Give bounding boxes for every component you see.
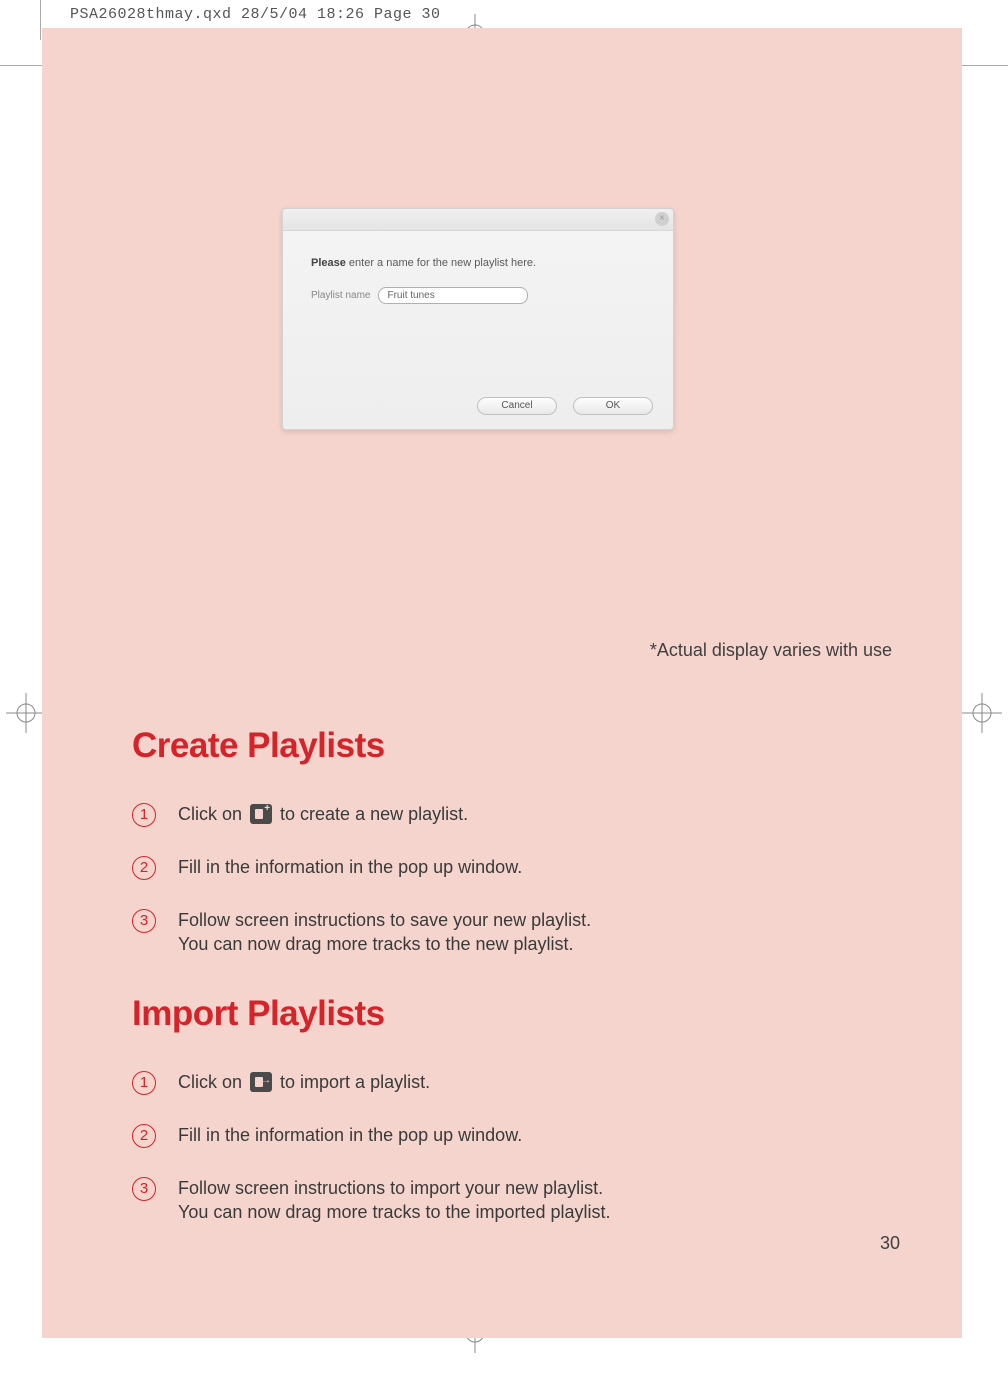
step-text: Click on to create a new playlist.	[178, 802, 912, 826]
crop-line-left	[40, 0, 41, 40]
step-number: 2	[132, 1124, 156, 1148]
step-number: 3	[132, 1177, 156, 1201]
dialog-footer: Cancel OK	[477, 397, 653, 415]
page-number: 30	[880, 1233, 900, 1254]
import-step-2: 2 Fill in the information in the pop up …	[132, 1123, 912, 1148]
step-text: Click on to import a playlist.	[178, 1070, 912, 1094]
playlist-name-input[interactable]	[378, 287, 528, 304]
step-number: 2	[132, 856, 156, 880]
registration-mark-left	[6, 693, 46, 733]
section-title-create: Create Playlists	[132, 726, 912, 766]
step-number: 3	[132, 909, 156, 933]
step-text-post: to import a playlist.	[275, 1072, 430, 1092]
step-text-pre: Click on	[178, 1072, 247, 1092]
close-icon[interactable]: ×	[655, 212, 669, 226]
registration-mark-right	[962, 693, 1002, 733]
page-background: × Please enter a name for the new playli…	[42, 28, 962, 1338]
create-step-1: 1 Click on to create a new playlist.	[132, 802, 912, 827]
create-step-2: 2 Fill in the information in the pop up …	[132, 855, 912, 880]
import-step-1: 1 Click on to import a playlist.	[132, 1070, 912, 1095]
dialog-instruction: Please enter a name for the new playlist…	[311, 257, 645, 269]
cancel-button[interactable]: Cancel	[477, 397, 557, 415]
display-note: *Actual display varies with use	[650, 640, 892, 661]
step-text: Follow screen instructions to import you…	[178, 1176, 912, 1225]
section-create-playlists: Create Playlists 1 Click on to create a …	[132, 726, 912, 985]
section-title-import: Import Playlists	[132, 994, 912, 1034]
dialog-body: Please enter a name for the new playlist…	[283, 231, 673, 314]
import-step-3: 3 Follow screen instructions to import y…	[132, 1176, 912, 1225]
import-steps: 1 Click on to import a playlist. 2 Fill …	[132, 1070, 912, 1225]
step-number: 1	[132, 1071, 156, 1095]
step-text-post: to create a new playlist.	[275, 804, 468, 824]
new-playlist-icon	[250, 804, 272, 824]
new-playlist-dialog: × Please enter a name for the new playli…	[282, 208, 674, 430]
step-text: Fill in the information in the pop up wi…	[178, 855, 912, 879]
create-steps: 1 Click on to create a new playlist. 2 F…	[132, 802, 912, 957]
dialog-instruction-bold: Please	[311, 257, 346, 269]
print-header-meta: PSA26028thmay.qxd 28/5/04 18:26 Page 30	[70, 6, 441, 23]
dialog-titlebar: ×	[283, 209, 673, 231]
dialog-instruction-rest: enter a name for the new playlist here.	[346, 257, 536, 269]
playlist-name-label: Playlist name	[311, 290, 370, 301]
step-number: 1	[132, 803, 156, 827]
step-text: Follow screen instructions to save your …	[178, 908, 912, 957]
playlist-name-row: Playlist name	[311, 287, 645, 304]
import-playlist-icon	[250, 1072, 272, 1092]
ok-button[interactable]: OK	[573, 397, 653, 415]
section-import-playlists: Import Playlists 1 Click on to import a …	[132, 994, 912, 1253]
create-step-3: 3 Follow screen instructions to save you…	[132, 908, 912, 957]
step-text: Fill in the information in the pop up wi…	[178, 1123, 912, 1147]
step-text-pre: Click on	[178, 804, 247, 824]
